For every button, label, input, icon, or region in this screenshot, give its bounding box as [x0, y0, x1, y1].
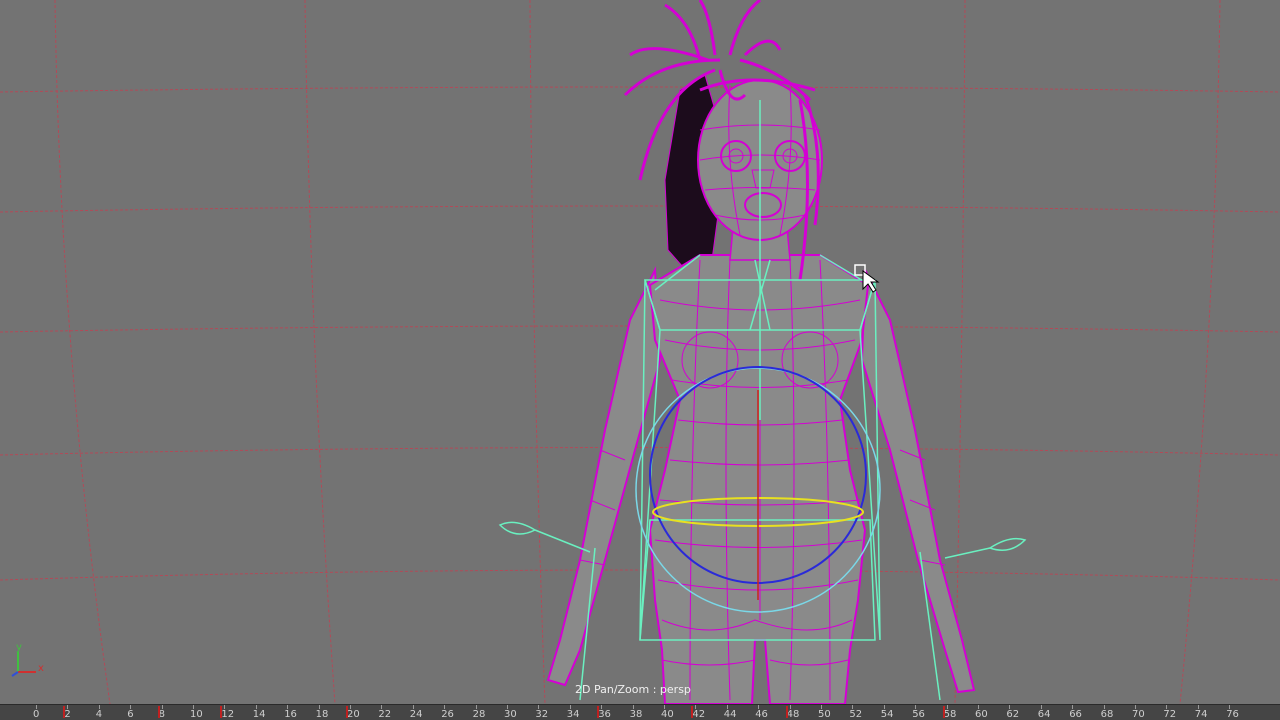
timeline-tick-label: 38 [629, 709, 643, 720]
timeline-tick-label: 18 [315, 709, 329, 720]
timeline-tick-label: 0 [33, 709, 40, 720]
timeline-tick-label: 28 [472, 709, 486, 720]
timeline-tick-label: 54 [880, 709, 894, 720]
timeline-tick-label: 34 [566, 709, 580, 720]
timeline-tick-label: 12 [221, 709, 235, 720]
timeline-tick-label: 10 [190, 709, 203, 720]
keyframe-marker[interactable] [691, 706, 694, 718]
timeline-tick-label: 16 [284, 709, 297, 720]
camera-label: 2D Pan/Zoom : persp [575, 683, 691, 696]
timeline-tick-label: 52 [849, 709, 863, 720]
timeline-tick-label: 70 [1132, 709, 1145, 720]
timeline-tick-label: 66 [1069, 709, 1082, 720]
timeline-tick-label: 6 [127, 709, 134, 720]
keyframe-marker[interactable] [942, 706, 945, 718]
timeline-tick-label: 58 [943, 709, 957, 720]
keyframe-marker[interactable] [597, 706, 600, 718]
timeline-tick-label: 68 [1100, 709, 1114, 720]
timeline-tick-label: 74 [1194, 709, 1208, 720]
timeline-tick-label: 22 [378, 709, 392, 720]
axis-x-label: x [38, 663, 44, 674]
timeline-tick-label: 44 [723, 709, 737, 720]
timeline-tick-label: 20 [347, 709, 360, 720]
torso [648, 254, 870, 704]
left-hand-control [498, 521, 537, 535]
keyframe-marker[interactable] [220, 706, 223, 718]
timeline-tick-label: 24 [409, 709, 423, 720]
timeline-tick-label: 40 [661, 709, 674, 720]
keyframe-marker[interactable] [157, 706, 160, 718]
timeline-tick-label: 50 [818, 709, 831, 720]
timeline-tick-label: 60 [975, 709, 988, 720]
keyframe-marker[interactable] [346, 706, 348, 718]
timeline-tick-label: 14 [252, 709, 266, 720]
timeline-tick-label: 56 [912, 709, 925, 720]
timeline-tick-label: 48 [786, 709, 800, 720]
right-hand-control [988, 537, 1027, 551]
axis-indicator: y x [11, 642, 44, 677]
axis-y-label: y [16, 642, 22, 653]
timeline-tick-label: 26 [441, 709, 454, 720]
timeline-tick-label: 46 [755, 709, 768, 720]
timeline-tick-label: 4 [95, 709, 103, 720]
time-slider[interactable]: 0 2 4 6 8 10 12 14 16 18 20 22 24 26 28 30 32 34 36 38 40 42 4… [0, 704, 1280, 720]
timeline-tick-label: 72 [1163, 709, 1177, 720]
character-mesh[interactable] [546, 0, 976, 704]
left-arm [546, 266, 662, 687]
timeline-tick-label: 76 [1226, 709, 1239, 720]
timeline-tick-label: 30 [504, 709, 517, 720]
perspective-viewport[interactable]: y x 2D Pan/Zoom : persp [0, 0, 1280, 704]
timeline-tick-label: 36 [598, 709, 611, 720]
keyframe-marker[interactable] [63, 706, 66, 718]
keyframe-marker[interactable] [785, 706, 788, 718]
timeline-tick-label: 64 [1037, 709, 1051, 720]
timeline-tick-label: 42 [692, 709, 706, 720]
scene-canvas[interactable]: y x [0, 0, 1280, 704]
timeline-tick-label: 62 [1006, 709, 1020, 720]
timeline-tick-label: 32 [535, 709, 549, 720]
